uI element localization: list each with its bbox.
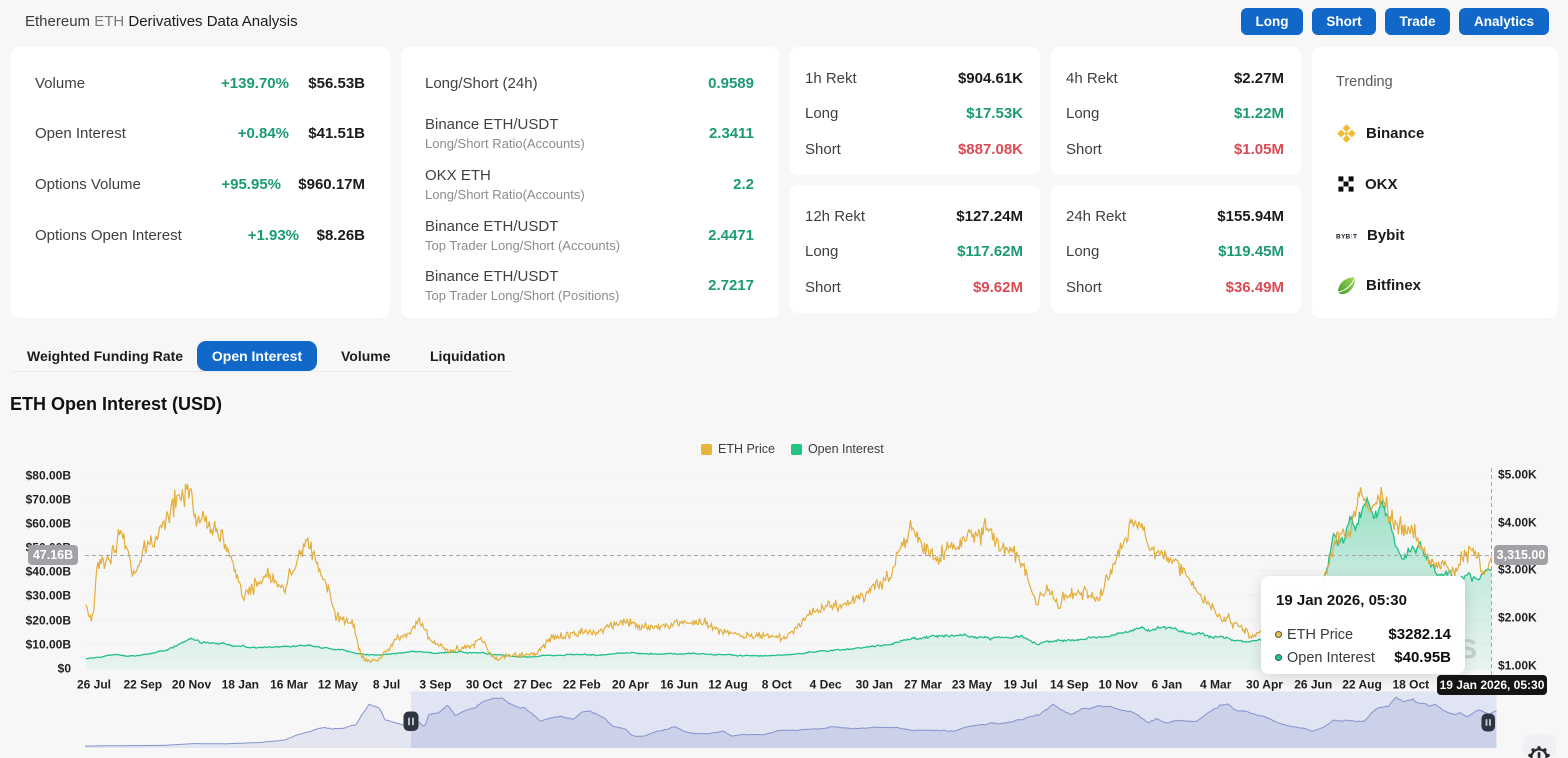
- svg-text:BYB!T: BYB!T: [1336, 234, 1357, 241]
- svg-text:22 Sep: 22 Sep: [123, 678, 162, 692]
- svg-text:$60.00B: $60.00B: [26, 517, 72, 531]
- svg-text:$5.00K: $5.00K: [1498, 468, 1537, 482]
- svg-text:26 Jun: 26 Jun: [1294, 678, 1332, 692]
- svg-text:6 Jan: 6 Jan: [1152, 678, 1183, 692]
- svg-text:$1.00K: $1.00K: [1498, 659, 1537, 673]
- svg-text:27 Mar: 27 Mar: [904, 678, 942, 692]
- svg-text:16 Jun: 16 Jun: [660, 678, 698, 692]
- svg-text:4 Dec: 4 Dec: [810, 678, 842, 692]
- svg-text:3 Sep: 3 Sep: [419, 678, 451, 692]
- svg-text:8 Oct: 8 Oct: [762, 678, 792, 692]
- svg-text:16 Mar: 16 Mar: [270, 678, 308, 692]
- svg-text:30 Oct: 30 Oct: [466, 678, 503, 692]
- svg-text:22 Aug: 22 Aug: [1342, 678, 1382, 692]
- svg-text:$40.00B: $40.00B: [26, 565, 72, 579]
- svg-text:$80.00B: $80.00B: [26, 469, 72, 483]
- svg-text:$2.00K: $2.00K: [1498, 611, 1537, 625]
- svg-text:$70.00B: $70.00B: [26, 493, 72, 507]
- svg-text:19 Jul: 19 Jul: [1004, 678, 1038, 692]
- svg-text:20 Nov: 20 Nov: [172, 678, 212, 692]
- svg-text:12 Aug: 12 Aug: [708, 678, 748, 692]
- svg-text:$20.00B: $20.00B: [26, 614, 72, 628]
- svg-text:$30.00B: $30.00B: [26, 589, 72, 603]
- svg-text:12 May: 12 May: [318, 678, 358, 692]
- svg-text:30 Apr: 30 Apr: [1246, 678, 1283, 692]
- svg-text:30 Jan: 30 Jan: [856, 678, 893, 692]
- svg-text:4 Mar: 4 Mar: [1200, 678, 1232, 692]
- svg-text:$0: $0: [58, 662, 72, 676]
- svg-text:26 Jul: 26 Jul: [77, 678, 111, 692]
- svg-text:18 Jan: 18 Jan: [222, 678, 259, 692]
- svg-text:23 May: 23 May: [952, 678, 992, 692]
- svg-text:14 Sep: 14 Sep: [1050, 678, 1089, 692]
- svg-text:22 Feb: 22 Feb: [563, 678, 601, 692]
- svg-text:$4.00K: $4.00K: [1498, 516, 1537, 530]
- svg-text:18 Oct: 18 Oct: [1392, 678, 1429, 692]
- svg-text:$10.00B: $10.00B: [26, 638, 72, 652]
- svg-text:20 Apr: 20 Apr: [612, 678, 649, 692]
- svg-text:8 Jul: 8 Jul: [373, 678, 400, 692]
- svg-text:27 Dec: 27 Dec: [514, 678, 553, 692]
- svg-text:10 Nov: 10 Nov: [1099, 678, 1139, 692]
